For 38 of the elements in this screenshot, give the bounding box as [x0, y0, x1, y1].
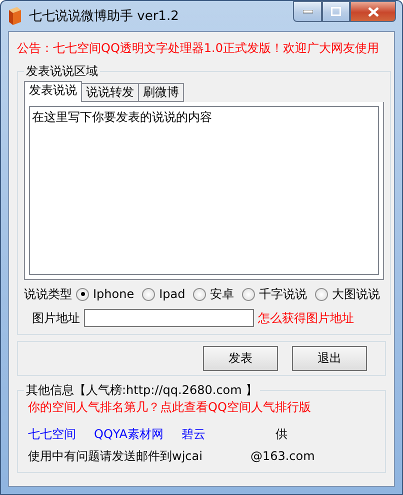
- tab[interactable]: 刷微博: [138, 83, 184, 102]
- site-link[interactable]: 碧云: [182, 426, 206, 442]
- radio-button[interactable]: Ipad: [142, 287, 186, 301]
- image-address-field[interactable]: [84, 309, 254, 327]
- maximize-icon: [331, 7, 341, 16]
- radio-circle-icon[interactable]: [193, 288, 206, 300]
- radio-button[interactable]: Iphone: [76, 287, 134, 301]
- group-title: 其他信息【人气榜:http://qq.2680.com 】: [25, 382, 259, 399]
- help-link[interactable]: 怎么获得图片地址: [258, 310, 354, 326]
- radio-button[interactable]: 大图说说: [315, 286, 380, 302]
- radio-button[interactable]: 安卓: [193, 286, 234, 302]
- image-address-label: 图片地址: [32, 310, 80, 326]
- close-button[interactable]: [350, 1, 396, 22]
- radio-button[interactable]: 千字说说: [242, 286, 308, 302]
- minimize-button[interactable]: [293, 1, 322, 22]
- site-link[interactable]: 七七空间: [28, 426, 76, 442]
- contact-text: 使用中有问题请发送邮件到wjcai: [28, 448, 202, 464]
- group-title: 发表说说区域: [25, 63, 99, 80]
- tab[interactable]: 说说转发: [81, 83, 139, 102]
- email-text: @163.com: [250, 449, 315, 463]
- content-field[interactable]: 在这里写下你要发表的说说的内容: [29, 106, 380, 275]
- minimize-icon: [302, 10, 312, 14]
- type-label: 说说类型: [24, 286, 72, 302]
- window-title: 七七说说微博助手 ver1.2: [29, 8, 180, 25]
- book-icon: [7, 7, 23, 25]
- radio-circle-icon[interactable]: [315, 288, 328, 300]
- ranking-link[interactable]: 你的空间人气排名第几？点此查看QQ空间人气排行版: [28, 399, 379, 416]
- radio-circle-icon[interactable]: [242, 288, 256, 300]
- announcement-text: 公告：七七空间QQ透明文字处理器1.0正式发版！欢迎广大网友使用: [17, 40, 380, 57]
- close-icon: [368, 6, 378, 16]
- maximize-button[interactable]: [322, 1, 350, 22]
- publish-button[interactable]: 发表: [203, 346, 278, 371]
- radio-circle-icon[interactable]: [142, 288, 156, 300]
- provider-text: 供: [276, 426, 288, 442]
- radio-circle-icon[interactable]: [76, 288, 89, 300]
- tab[interactable]: 发表说说: [24, 81, 82, 102]
- exit-button[interactable]: 退出: [292, 346, 367, 371]
- site-link[interactable]: QQYA素材网: [94, 426, 164, 442]
